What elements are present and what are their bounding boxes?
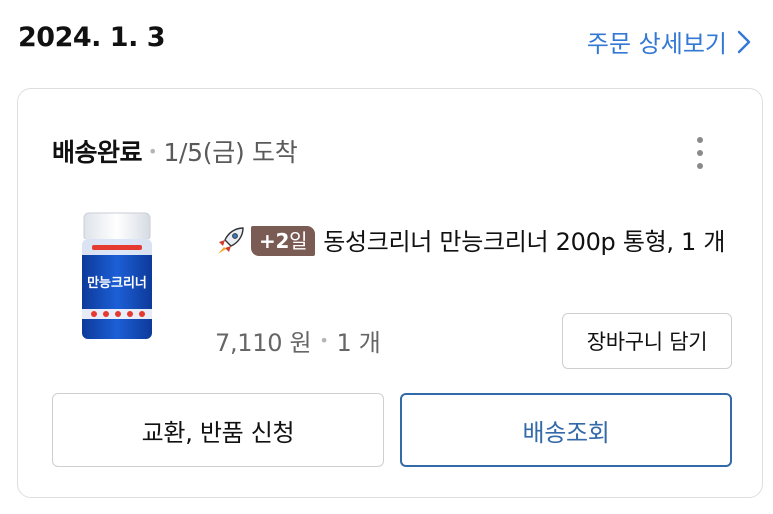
order-header: 2024. 1. 3 주문 상세보기 [0,0,773,88]
separator-dot: • [319,331,329,350]
price-row: 7,110 원 • 1 개 [215,323,381,358]
delivery-status: 배송완료 [52,138,143,167]
add-to-cart-button[interactable]: 장바구니 담기 [562,313,732,369]
exchange-return-button[interactable]: 교환, 반품 신청 [52,393,384,467]
product-image-text: 만능크리너 [87,275,147,291]
separator-dot: • [148,141,158,161]
product-thumbnail[interactable]: 만능크리너 [78,209,156,347]
product-price: 7,110 원 [215,329,312,357]
delivery-status-row: 배송완료 • 1/5(금) 도착 [52,133,298,169]
more-options-icon[interactable] [690,133,710,173]
product-info[interactable]: +2일 동성크리너 만능크리너 200p 통형, 1 개 [215,221,735,263]
arrival-date: 1/5(금) 도착 [163,138,298,167]
order-date: 2024. 1. 3 [18,22,166,53]
product-name: 동성크리너 만능크리너 200p 통형, 1 개 [323,228,726,256]
delivery-day-badge: +2일 [251,226,316,256]
order-detail-label: 주문 상세보기 [586,30,727,58]
rocket-icon [218,227,244,254]
track-delivery-button[interactable]: 배송조회 [400,393,732,467]
product-quantity: 1 개 [336,329,381,357]
order-detail-link[interactable]: 주문 상세보기 [587,24,751,59]
order-card: 배송완료 • 1/5(금) 도착 만능크리너 +2일 동성크리너 만능크리너 2… [17,88,763,498]
chevron-right-icon [737,30,751,53]
